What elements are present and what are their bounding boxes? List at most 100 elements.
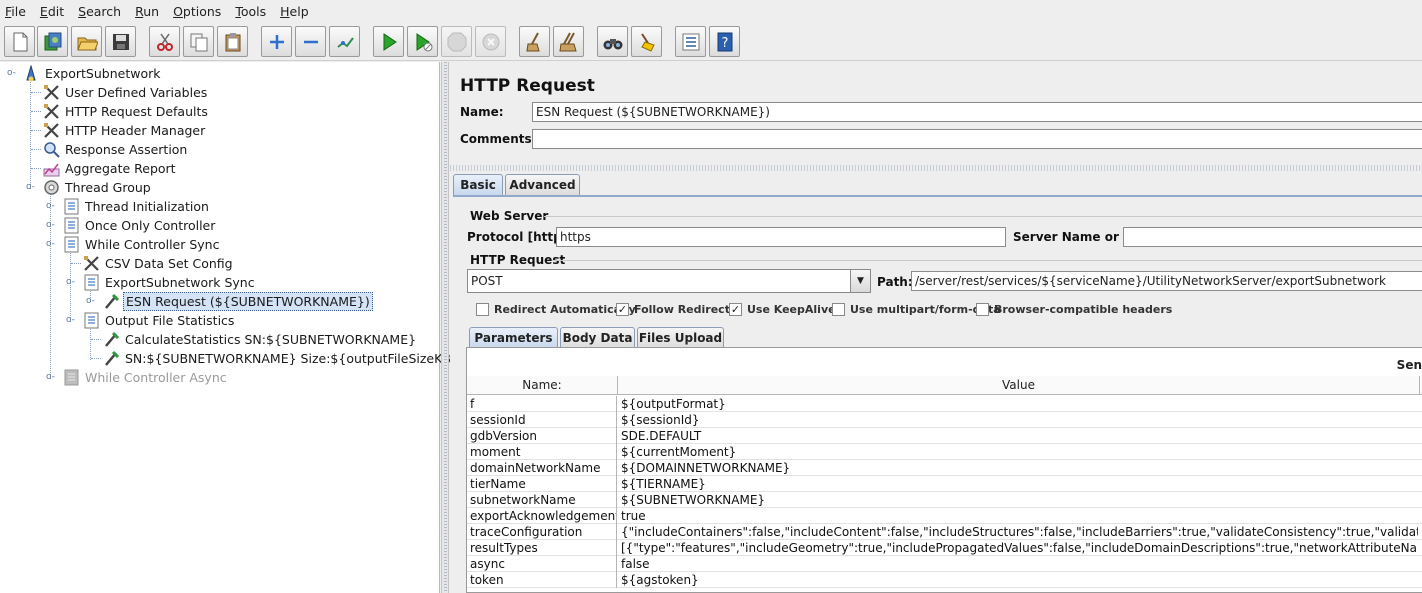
table-row[interactable]: async false [467,556,1422,572]
copy-button[interactable] [183,26,214,57]
tree-node-test-plan[interactable]: ExportSubnetwork [22,64,162,83]
open-button[interactable] [71,26,102,57]
paste-button[interactable] [217,26,248,57]
path-field[interactable]: /server/rest/services/${serviceName}/Uti… [911,271,1422,291]
expand-all-button[interactable] [261,26,292,57]
tree-toggle[interactable]: o- [46,221,55,230]
menu-tools[interactable]: Tools [234,2,267,21]
menu-search[interactable]: Search [77,2,122,21]
new-button[interactable] [4,26,35,57]
templates-button[interactable] [37,26,68,57]
tree-toggle[interactable]: o- [46,240,55,249]
toggle-button[interactable] [329,26,360,57]
section-divider[interactable] [450,165,1422,171]
table-row[interactable]: sessionId ${sessionId} [467,412,1422,428]
table-row[interactable]: f ${outputFormat} [467,396,1422,412]
tree-node-sn-size[interactable]: SN:${SUBNETWORKNAME} Size:${outputFileSi… [102,349,478,368]
tree-node-output-file-statistics[interactable]: Output File Statistics [82,311,236,330]
menu-file[interactable]: File [4,2,27,21]
tree-node-calculate-statistics[interactable]: CalculateStatistics SN:${SUBNETWORKNAME} [102,330,418,349]
menu-options[interactable]: Options [172,2,222,21]
method-select[interactable]: POST ▼ [467,269,871,293]
table-row[interactable]: tierName ${TIERNAME} [467,476,1422,492]
function-helper-icon [682,33,699,50]
tree-toggle[interactable]: o- [26,183,35,192]
tree-node-while-controller-async[interactable]: While Controller Async [62,368,229,387]
tree-node-while-controller-sync[interactable]: While Controller Sync [62,235,221,254]
table-row[interactable]: gdbVersion SDE.DEFAULT [467,428,1422,444]
tab-basic[interactable]: Basic [453,174,503,195]
reset-search-button[interactable] [631,26,662,57]
follow-redirects-checkbox[interactable]: ✓ Follow Redirects [616,303,737,316]
clear-button[interactable] [519,26,550,57]
tree-toggle[interactable]: o- [7,69,16,78]
start-no-pauses-button[interactable] [407,26,438,57]
save-button[interactable] [105,26,136,57]
http-request-panel: HTTP Request Name: ESN Request (${SUBNET… [450,62,1422,593]
tree-toggle[interactable]: o- [46,373,55,382]
tree-node-once-only-controller[interactable]: Once Only Controller [62,216,217,235]
tree-node-response-assertion[interactable]: Response Assertion [42,140,189,159]
open-icon [76,37,98,50]
chevron-down-icon[interactable]: ▼ [850,270,870,292]
tree-node-exportsubnetwork-sync[interactable]: ExportSubnetwork Sync [82,273,257,292]
menu-help[interactable]: Help [279,2,310,21]
start-button[interactable] [373,26,404,57]
clear-all-button[interactable] [553,26,584,57]
config-element-icon [42,84,60,102]
cut-button[interactable] [149,26,180,57]
panel-splitter[interactable] [441,62,449,593]
column-header-value[interactable]: Value [618,376,1420,395]
clear-icon [525,32,540,51]
tree-node-aggregate-report[interactable]: Aggregate Report [42,159,178,178]
web-server-title: Web Server [470,209,549,223]
tree-toggle[interactable]: o- [66,278,75,287]
tree-node-csv-data-set-config[interactable]: CSV Data Set Config [82,254,235,273]
stop-button[interactable] [441,26,472,57]
search-button[interactable] [597,26,628,57]
expand-icon [269,34,284,49]
table-row[interactable]: subnetworkName ${SUBNETWORKNAME} [467,492,1422,508]
table-row[interactable]: exportAcknowledgement true [467,508,1422,524]
table-row[interactable]: moment ${currentMoment} [467,444,1422,460]
test-plan-tree[interactable]: o- o- o- o- o- o- o- o- o- ExportSubnetw… [0,62,476,593]
tree-toggle[interactable]: o- [86,297,95,306]
sampler-icon [102,350,120,368]
tree-node-thread-group[interactable]: Thread Group [42,178,153,197]
tree-toggle[interactable]: o- [46,202,55,211]
tab-underline [453,195,1422,197]
table-row[interactable]: traceConfiguration {"includeContainers":f… [467,524,1422,540]
tree-node-http-request-defaults[interactable]: HTTP Request Defaults [42,102,210,121]
tree-node-esn-request[interactable]: ESN Request (${SUBNETWORKNAME}) [102,292,373,311]
tree-toggle[interactable]: o- [66,316,75,325]
protocol-field[interactable]: https [556,227,1006,247]
toolbar: ? [0,23,1422,61]
table-row[interactable]: token ${agstoken} [467,572,1422,588]
use-keepalive-checkbox[interactable]: ✓ Use KeepAlive [729,303,836,316]
column-header-name[interactable]: Name: [467,376,618,395]
help-button[interactable]: ? [709,26,740,57]
templates-icon [44,32,61,50]
comments-field[interactable] [532,129,1422,149]
menu-edit[interactable]: Edit [39,2,65,21]
tab-advanced[interactable]: Advanced [505,174,580,195]
collapse-all-button[interactable] [295,26,326,57]
tab-parameters[interactable]: Parameters [469,327,558,348]
redirect-automatically-checkbox[interactable]: Redirect Automatically [476,303,636,316]
tree-node-thread-initialization[interactable]: Thread Initialization [62,197,211,216]
collapse-icon [303,40,318,43]
tab-body-data[interactable]: Body Data [560,327,635,348]
table-row[interactable]: resultTypes [{"type":"features","includeG… [467,540,1422,556]
menu-run[interactable]: Run [134,2,160,21]
server-field[interactable] [1123,227,1422,247]
tree-node-user-defined-variables[interactable]: User Defined Variables [42,83,209,102]
tab-files-upload[interactable]: Files Upload [637,327,724,348]
browser-compatible-headers-checkbox[interactable]: Browser-compatible headers [976,303,1172,316]
name-field[interactable]: ESN Request (${SUBNETWORKNAME}) [532,102,1422,122]
tree-node-http-header-manager[interactable]: HTTP Header Manager [42,121,207,140]
save-icon [112,33,129,50]
reset-search-icon [640,32,655,52]
table-row[interactable]: domainNetworkName ${DOMAINNETWORKNAME} [467,460,1422,476]
shutdown-button[interactable] [475,26,506,57]
function-helper-button[interactable] [675,26,706,57]
